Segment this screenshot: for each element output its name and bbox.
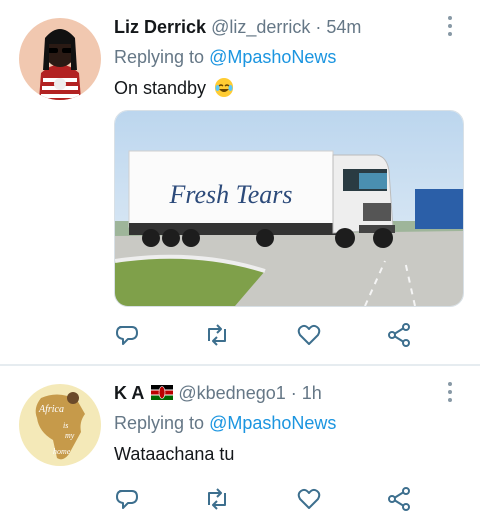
- retweet-icon[interactable]: [204, 322, 234, 352]
- like-icon[interactable]: [296, 486, 326, 516]
- truck-image: Fresh Tears: [115, 111, 463, 306]
- avatar-word-4: home: [53, 447, 71, 456]
- tweet-header: K A @kbednego1 · 1h: [114, 380, 322, 406]
- retweet-icon[interactable]: [204, 486, 234, 516]
- share-icon[interactable]: [386, 486, 416, 516]
- replying-prefix: Replying to: [114, 47, 210, 67]
- tweet-media-image[interactable]: Fresh Tears: [114, 110, 464, 307]
- avatar-word-1: Africa: [38, 404, 64, 415]
- avatar[interactable]: [19, 18, 101, 100]
- reply-icon[interactable]: [114, 486, 144, 516]
- separator: ·: [290, 383, 297, 403]
- tweet-text: Wataachana tu: [114, 441, 234, 467]
- replying-prefix: Replying to: [114, 413, 210, 433]
- like-icon[interactable]: [296, 322, 326, 352]
- separator: ·: [315, 17, 322, 37]
- more-options-icon[interactable]: [443, 16, 457, 40]
- user-handle[interactable]: @liz_derrick: [211, 17, 310, 37]
- tweet-body: Wataachana tu: [114, 444, 235, 464]
- avatar-word-2: is: [63, 421, 68, 430]
- share-icon[interactable]: [386, 322, 416, 352]
- avatar-africa-map-image: Africa is my home: [19, 384, 101, 466]
- avatar-word-3: my: [65, 431, 75, 440]
- avatar-liz-derrick-image: [19, 18, 101, 100]
- tweet-liz-derrick[interactable]: Liz Derrick @liz_derrick · 54m Replying …: [0, 0, 480, 364]
- more-options-icon[interactable]: [443, 382, 457, 406]
- tweet-header: Liz Derrick @liz_derrick · 54m: [114, 14, 361, 40]
- replying-to: Replying to @MpashoNews: [114, 410, 336, 436]
- tweet-actions: [114, 322, 414, 352]
- display-name[interactable]: K A: [114, 383, 144, 403]
- display-name[interactable]: Liz Derrick: [114, 17, 206, 37]
- timestamp[interactable]: 54m: [326, 17, 361, 37]
- mention-link[interactable]: @MpashoNews: [209, 47, 336, 67]
- tweet-ka[interactable]: Africa is my home K A @kbednego1 · 1h Re…: [0, 366, 480, 524]
- avatar[interactable]: Africa is my home: [19, 384, 101, 466]
- replying-to: Replying to @MpashoNews: [114, 44, 336, 70]
- timestamp[interactable]: 1h: [302, 383, 322, 403]
- reply-icon[interactable]: [114, 322, 144, 352]
- truck-text: Fresh Tears: [168, 180, 292, 209]
- mention-link[interactable]: @MpashoNews: [209, 413, 336, 433]
- tweet-body: On standby: [114, 78, 207, 98]
- laughing-tears-emoji-icon: [215, 78, 234, 97]
- tweet-text: On standby: [114, 75, 234, 101]
- kenya-flag-icon: [151, 381, 174, 400]
- tweet-actions: [114, 486, 414, 516]
- user-handle[interactable]: @kbednego1: [178, 383, 285, 403]
